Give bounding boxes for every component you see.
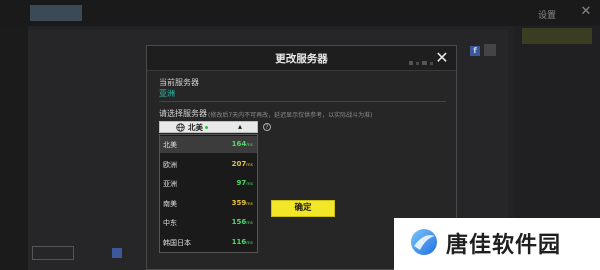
watermark-text: 唐佳软件园 xyxy=(446,233,562,258)
background-sidebar-item-active xyxy=(522,28,592,44)
server-name: 北美 xyxy=(163,141,177,149)
server-ping-value: 164 xyxy=(231,140,247,148)
server-option-2[interactable]: 亚洲 97ms xyxy=(160,175,257,192)
background-tab xyxy=(100,5,156,21)
server-ping-value: 359 xyxy=(231,198,247,207)
background-sidebar-item xyxy=(522,58,592,74)
select-server-note: (修改后7天内不可再改，延迟显示仅供参考，以实际战斗为准) xyxy=(208,112,373,119)
server-name: 欧洲 xyxy=(163,160,177,169)
server-name: 亚洲 xyxy=(163,180,177,189)
server-ping-unit: ms xyxy=(246,182,253,188)
background-facebook-icon: f xyxy=(470,46,480,56)
server-list: 北美 164ms 欧洲 207ms 亚洲 97ms 南美 359ms 中东 156ms 韩国日本 11… xyxy=(159,134,258,253)
server-name: 中东 xyxy=(163,219,177,228)
server-ping: 207ms xyxy=(232,160,253,168)
server-ping-unit: ms xyxy=(246,201,253,207)
current-server-label: 当前服务器 xyxy=(159,78,199,87)
chevron-up-icon: ▴ xyxy=(238,122,243,131)
background-ui-icon xyxy=(484,44,496,56)
modal-title: 更改服务器 xyxy=(275,53,328,65)
select-server-label: 请选择服务器 xyxy=(159,109,207,118)
server-ping-unit: ms xyxy=(246,221,253,227)
server-option-1[interactable]: 欧洲 207ms xyxy=(160,156,257,173)
dropdown-selected-value: 北美 xyxy=(188,123,203,132)
divider xyxy=(159,101,446,102)
background-facebook-icon xyxy=(112,248,122,258)
background-sidebar-item xyxy=(522,118,592,134)
server-name: 南美 xyxy=(163,199,177,208)
status-dot-icon xyxy=(205,126,208,129)
server-ping: 156ms xyxy=(232,218,253,226)
server-ping-unit: ms xyxy=(246,143,253,148)
server-ping-value: 97 xyxy=(236,179,247,188)
server-option-0[interactable]: 北美 164ms xyxy=(160,136,257,153)
server-name: 韩国日本 xyxy=(163,239,191,247)
background-close-icon: ✕ xyxy=(580,4,592,19)
background-tab-account xyxy=(30,5,82,21)
watermark-logo-icon xyxy=(411,229,437,255)
modal-header: 更改服务器 ✕ xyxy=(147,46,456,71)
server-ping-unit: ms xyxy=(246,162,253,168)
background-left-strip xyxy=(0,26,28,270)
globe-icon xyxy=(176,123,185,132)
server-dropdown[interactable]: 北美 ▴ xyxy=(159,121,258,133)
current-server-value: 亚洲 xyxy=(159,89,175,98)
watermark: 唐佳软件园 xyxy=(394,218,600,270)
server-option-4[interactable]: 中东 156ms xyxy=(160,214,257,231)
help-icon[interactable]: ? xyxy=(263,123,271,131)
server-ping: 164ms xyxy=(232,140,253,148)
server-option-5[interactable]: 韩国日本 116ms xyxy=(160,234,257,251)
background-sidebar-item xyxy=(522,88,592,104)
server-ping-value: 156 xyxy=(231,218,247,227)
server-ping-value: 116 xyxy=(231,238,247,246)
server-ping-unit: ms xyxy=(246,241,253,246)
server-ping-value: 207 xyxy=(231,159,247,168)
server-ping: 359ms xyxy=(232,199,253,207)
background-tab xyxy=(168,5,224,21)
background-button xyxy=(32,246,74,260)
server-ping: 116ms xyxy=(232,238,253,246)
server-ping: 97ms xyxy=(237,179,253,187)
background-top-bar xyxy=(0,0,600,26)
confirm-button[interactable]: 确定 xyxy=(271,200,335,217)
close-icon[interactable]: ✕ xyxy=(433,49,451,67)
server-option-3[interactable]: 南美 359ms xyxy=(160,195,257,212)
background-sidebar-item xyxy=(522,148,592,164)
background-settings-title: 设置 xyxy=(538,11,557,21)
